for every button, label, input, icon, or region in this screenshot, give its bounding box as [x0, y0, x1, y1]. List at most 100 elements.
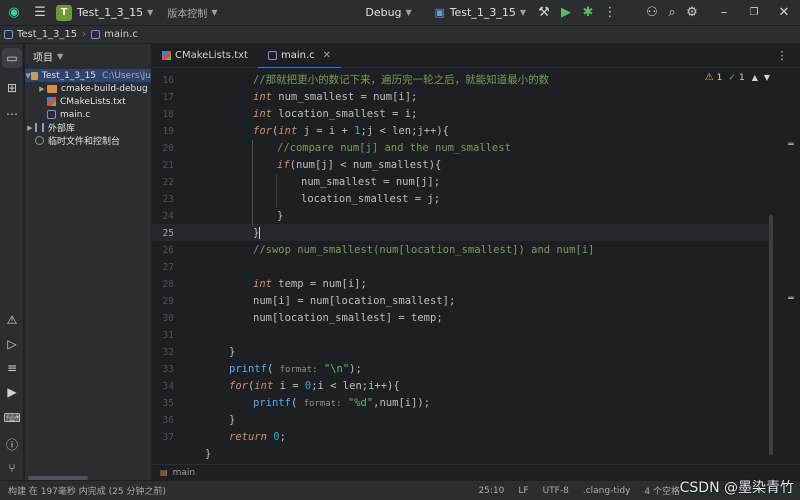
- indent-guide: [276, 174, 277, 208]
- terminal-icon[interactable]: ⌨: [2, 408, 22, 428]
- close-tab-icon[interactable]: ✕: [323, 50, 331, 61]
- param-hint: format:: [303, 399, 342, 409]
- scratch-icon: [35, 136, 44, 145]
- editor-scrollbar[interactable]: [769, 215, 773, 455]
- breadcrumb: Test_1_3_15 › main.c: [0, 26, 800, 44]
- line-number: 27: [162, 262, 174, 273]
- main-menu-icon[interactable]: ☰: [30, 3, 50, 23]
- more-tools-icon[interactable]: ⋯: [2, 104, 22, 124]
- target-icon: ▣: [434, 6, 445, 19]
- string-literal: "%d": [347, 397, 374, 409]
- code-line-22: num_smallest = num[j];: [301, 176, 441, 188]
- line-number: 31: [162, 330, 174, 341]
- tree-item-cmake-build-debug[interactable]: ▶ cmake-build-debug: [37, 82, 147, 95]
- project-folder-icon[interactable]: ▭: [2, 48, 22, 68]
- restore-icon[interactable]: ❐: [744, 3, 764, 23]
- formatter[interactable]: .clang-tidy: [583, 486, 631, 496]
- problems-icon[interactable]: ⚠: [2, 310, 22, 330]
- tree-item-scratches[interactable]: 临时文件和控制台: [35, 134, 120, 147]
- services-icon[interactable]: ▶: [2, 382, 22, 402]
- project-selector[interactable]: T Test_1_3_15 ▼: [56, 0, 153, 26]
- code-line-23: location_smallest = j;: [301, 193, 441, 205]
- gear-icon[interactable]: ⚙: [682, 3, 702, 23]
- code-line-25: }: [253, 227, 261, 239]
- line-number: 36: [162, 415, 174, 426]
- project-name: Test_1_3_15: [77, 6, 144, 19]
- minimize-icon[interactable]: –: [714, 3, 734, 23]
- code-line-20: //compare num[j] and the num_smallest: [277, 140, 511, 157]
- folder-icon: [31, 71, 38, 80]
- problems-alert-icon[interactable]: ⓘ: [2, 434, 22, 454]
- line-number: 35: [162, 398, 174, 409]
- line-number: 26: [162, 245, 174, 256]
- code-line-30: num[location_smallest] = temp;: [253, 312, 443, 324]
- vcs-selector[interactable]: 版本控制 ▼: [167, 0, 217, 26]
- tree-item-cmakelists[interactable]: CMakeLists.txt: [47, 95, 126, 108]
- breadcrumb-file[interactable]: main.c: [104, 29, 138, 40]
- c-file-icon: [91, 30, 101, 39]
- indent-guide: [252, 140, 253, 226]
- file-encoding[interactable]: UTF-8: [543, 486, 569, 496]
- add-user-icon[interactable]: ⚇: [642, 3, 662, 23]
- clion-logo-icon[interactable]: ◉: [4, 3, 24, 23]
- build-status[interactable]: 构建 在 197毫秒 内完成 (25 分钟之前): [8, 484, 166, 497]
- close-icon[interactable]: ✕: [774, 3, 794, 23]
- search-icon[interactable]: ⌕: [662, 3, 682, 23]
- cmake-icon: [47, 97, 56, 106]
- code-line-37: return 0;: [229, 431, 286, 443]
- tree-root[interactable]: ▼ Test_1_3_15 C:\Users\Ju: [25, 69, 151, 82]
- tab-cmakelists[interactable]: CMakeLists.txt: [152, 44, 258, 68]
- git-icon[interactable]: ⑂: [2, 458, 22, 478]
- line-number: 19: [162, 126, 174, 137]
- code-line-32: }: [229, 346, 236, 358]
- caret-position[interactable]: 25:10: [478, 486, 504, 496]
- tree-item-main-c[interactable]: main.c: [47, 108, 90, 121]
- project-panel-title: 项目: [33, 52, 53, 64]
- tab-label: CMakeLists.txt: [175, 50, 248, 61]
- code-editor[interactable]: 16 17 18 19 20 21 22 23 24 25 26 27 28 2…: [152, 68, 800, 464]
- line-number: 32: [162, 347, 174, 358]
- tree-item-external-libs[interactable]: ▶ 外部库: [25, 121, 75, 134]
- code-line-17: int num_smallest = num[i];: [253, 91, 418, 103]
- line-number: 23: [162, 194, 174, 205]
- editor-breadcrumb-label: main: [172, 467, 196, 478]
- line-number: 17: [162, 92, 174, 103]
- tab-label: main.c: [280, 50, 315, 61]
- code-line-34: for(int i = 0;i < len;i++){: [229, 380, 400, 392]
- project-panel-header[interactable]: 项目 ▼: [25, 44, 151, 68]
- run-target-selector[interactable]: ▣ Test_1_3_15 ▼: [430, 0, 526, 26]
- line-number: 30: [162, 313, 174, 324]
- watermark: CSDN @墨染青竹: [679, 480, 794, 496]
- build-hammer-icon[interactable]: ⚒: [534, 3, 554, 23]
- notifications-icon[interactable]: ═: [785, 140, 797, 152]
- line-separator[interactable]: LF: [518, 486, 528, 496]
- param-hint: format:: [279, 365, 318, 375]
- tab-main-c[interactable]: main.c ✕: [257, 44, 342, 69]
- line-number: 29: [162, 296, 174, 307]
- more-actions-icon[interactable]: ⋮: [600, 3, 620, 23]
- current-line-highlight: [152, 224, 772, 241]
- debug-icon[interactable]: ✱: [578, 3, 598, 23]
- todo-icon[interactable]: ≡: [2, 358, 22, 378]
- indent-setting[interactable]: 4 个空格: [644, 484, 680, 497]
- structure-icon[interactable]: ⊞: [2, 78, 22, 98]
- chevron-right-icon: ▶: [27, 123, 33, 132]
- breadcrumb-project[interactable]: Test_1_3_15: [17, 29, 77, 40]
- string-literal: "\n": [323, 363, 350, 375]
- line-number: 18: [162, 109, 174, 120]
- chevron-down-icon[interactable]: ▼: [764, 73, 770, 82]
- ai-assistant-icon[interactable]: ═: [785, 294, 797, 306]
- check-count: 1: [738, 72, 745, 83]
- breadcrumb-separator: ›: [82, 29, 87, 40]
- root-name: Test_1_3_15: [41, 70, 97, 81]
- title-bar: ◉ ☰ T Test_1_3_15 ▼ 版本控制 ▼ Debug ▼ ▣ Tes…: [0, 0, 800, 26]
- run-tool-icon[interactable]: ▷: [2, 334, 22, 354]
- chevron-up-icon[interactable]: ▲: [752, 73, 758, 82]
- more-tabs-icon[interactable]: ⋮: [772, 46, 792, 66]
- line-number: 24: [162, 211, 174, 222]
- build-config-selector[interactable]: Debug ▼: [365, 0, 411, 26]
- run-icon[interactable]: ▶: [556, 3, 576, 23]
- line-gutter[interactable]: 16 17 18 19 20 21 22 23 24 25 26 27 28 2…: [152, 68, 186, 464]
- inspections-widget[interactable]: ⚠ 1 ✓ 1 ▲ ▼: [705, 72, 770, 83]
- line-number: 34: [162, 381, 174, 392]
